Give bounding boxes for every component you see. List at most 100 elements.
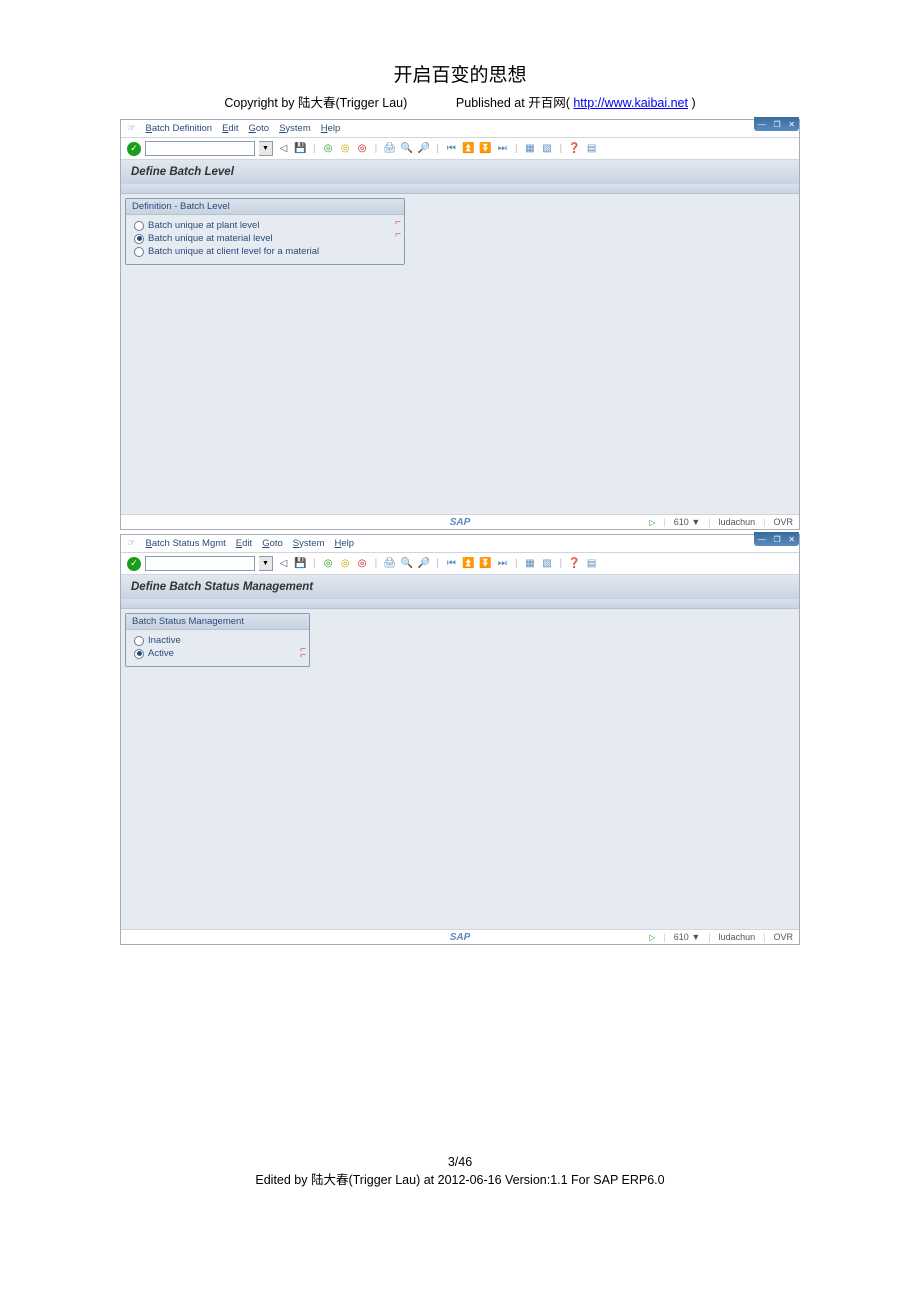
layout-icon[interactable]: ▤ [585,557,598,570]
doc-copyright: Copyright by 陆大春(Trigger Lau) Published … [20,92,900,111]
radio-label: Active [148,648,174,659]
close-icon[interactable]: ✕ [788,120,795,129]
radio-icon [134,234,144,244]
menu-system[interactable]: System [293,538,325,549]
status-arrow-icon[interactable]: ▷ [649,933,655,942]
sub-band [121,599,799,609]
command-dropdown-icon[interactable]: ▼ [259,556,273,571]
kaibai-link[interactable]: http://www.kaibai.net [573,96,688,110]
status-mode: OVR [773,932,793,942]
nav-cancel-icon[interactable]: ◎ [356,142,369,155]
menu-goto[interactable]: Goto [248,123,269,134]
status-client: 610 ▼ [674,517,700,527]
separator: | [375,143,378,154]
nav-exit-icon[interactable]: ◎ [339,557,352,570]
page-down-icon[interactable]: ⏬ [479,142,492,155]
page-number: 3/46 [20,1155,900,1169]
sap-logo: SAP [450,932,471,943]
corner-mark-bottom: ⌐ [395,229,401,240]
menu-doc-icon[interactable]: ☞ [127,538,136,549]
page-last-icon[interactable]: ⏭ [496,557,509,570]
command-field[interactable] [145,141,255,156]
status-client: 610 ▼ [674,932,700,942]
screen-title: Define Batch Level [121,160,799,184]
status-bar: SAP ▷ | 610 ▼ | ludachun | OVR [121,929,799,944]
menu-batch-definition[interactable]: Batch Definition [146,123,213,134]
page-first-icon[interactable]: ⏮ [445,142,458,155]
corner-mark-bottom: ⌐ [300,650,306,661]
minimize-icon[interactable]: — [758,120,766,129]
radio-label: Batch unique at material level [148,233,273,244]
menu-edit[interactable]: Edit [222,123,238,134]
nav-cancel-icon[interactable]: ◎ [356,557,369,570]
find-next-icon[interactable]: 🔎 [417,142,430,155]
command-dropdown-icon[interactable]: ▼ [259,141,273,156]
page-first-icon[interactable]: ⏮ [445,557,458,570]
nav-back-icon[interactable]: ◎ [322,557,335,570]
link-suffix: ) [688,96,696,110]
shortcut-icon[interactable]: ▧ [540,142,553,155]
radio-active[interactable]: Active [134,647,301,660]
menu-help[interactable]: Help [334,538,354,549]
find-icon[interactable]: 🔍 [400,557,413,570]
print-icon[interactable]: 🖨 [383,142,396,155]
command-field[interactable] [145,556,255,571]
separator: | [559,558,562,569]
print-icon[interactable]: 🖨 [383,557,396,570]
copyright-author: Copyright by 陆大春(Trigger Lau) [224,96,407,110]
radio-material-level[interactable]: Batch unique at material level [134,232,396,245]
status-arrow-icon[interactable]: ▷ [649,518,655,527]
menu-help[interactable]: Help [321,123,341,134]
save-icon[interactable]: 💾 [294,142,307,155]
close-icon[interactable]: ✕ [788,535,795,544]
menu-goto[interactable]: Goto [262,538,283,549]
enter-icon[interactable]: ✓ [127,142,141,156]
radio-plant-level[interactable]: Batch unique at plant level [134,219,396,232]
minimize-icon[interactable]: — [758,535,766,544]
back-icon[interactable]: ◁ [277,557,290,570]
nav-back-icon[interactable]: ◎ [322,142,335,155]
radio-inactive[interactable]: Inactive [134,634,301,647]
back-icon[interactable]: ◁ [277,142,290,155]
page-up-icon[interactable]: ⏫ [462,557,475,570]
enter-icon[interactable]: ✓ [127,557,141,571]
menu-system[interactable]: System [279,123,311,134]
find-icon[interactable]: 🔍 [400,142,413,155]
status-user: ludachun [719,517,756,527]
status-mode: OVR [773,517,793,527]
radio-client-level[interactable]: Batch unique at client level for a mater… [134,245,396,258]
page-last-icon[interactable]: ⏭ [496,142,509,155]
help-icon[interactable]: ❓ [568,142,581,155]
menu-doc-icon[interactable]: ☞ [127,123,136,134]
toolbar: ✓ ▼ ◁ 💾 | ◎ ◎ ◎ | 🖨 🔍 🔎 | ⏮ ⏫ ⏬ ⏭ | ▦ ▧ … [121,553,799,575]
nav-exit-icon[interactable]: ◎ [339,142,352,155]
radio-icon [134,247,144,257]
find-next-icon[interactable]: 🔎 [417,557,430,570]
layout-icon[interactable]: ▤ [585,142,598,155]
screen-title: Define Batch Status Management [121,575,799,599]
separator: | [375,558,378,569]
footer-line: Edited by 陆大春(Trigger Lau) at 2012-06-16… [20,1169,900,1188]
help-icon[interactable]: ❓ [568,557,581,570]
menu-bar: ☞ Batch Status Mgmt Edit Goto System Hel… [121,535,799,553]
maximize-icon[interactable]: ❐ [774,535,781,544]
page-down-icon[interactable]: ⏬ [479,557,492,570]
page-up-icon[interactable]: ⏫ [462,142,475,155]
published-prefix: Published at 开百网( [456,96,573,110]
radio-label: Inactive [148,635,181,646]
menu-edit[interactable]: Edit [236,538,252,549]
group-batch-status: Batch Status Management ⌐ ⌐ Inactive Act… [125,613,310,667]
toolbar: ✓ ▼ ◁ 💾 | ◎ ◎ ◎ | 🖨 🔍 🔎 | ⏮ ⏫ ⏬ ⏭ | ▦ ▧ … [121,138,799,160]
separator: | [559,143,562,154]
save-icon[interactable]: 💾 [294,557,307,570]
sap-window-batch-level: — ❐ ✕ ☞ Batch Definition Edit Goto Syste… [120,119,800,530]
radio-icon [134,649,144,659]
doc-title: 开启百变的思想 [20,60,900,87]
session-icon[interactable]: ▦ [523,557,536,570]
session-icon[interactable]: ▦ [523,142,536,155]
maximize-icon[interactable]: ❐ [774,120,781,129]
group-batch-level: Definition - Batch Level ⌐ ⌐ Batch uniqu… [125,198,405,265]
separator: | [515,143,518,154]
shortcut-icon[interactable]: ▧ [540,557,553,570]
menu-batch-status-mgmt[interactable]: Batch Status Mgmt [146,538,226,549]
